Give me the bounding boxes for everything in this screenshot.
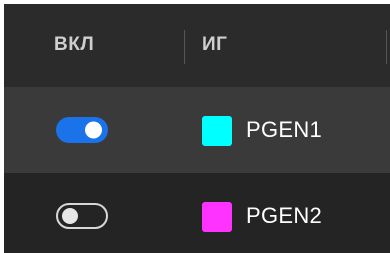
column-header-generator: ИГ	[202, 34, 228, 55]
table-header: ВКЛ ИГ	[4, 4, 390, 87]
color-swatch	[202, 116, 232, 146]
table-row[interactable]: PGEN2	[4, 173, 390, 253]
toggle-knob	[62, 208, 78, 224]
generator-name: PGEN1	[246, 117, 323, 142]
toggle-knob	[85, 121, 102, 139]
generator-table: ВКЛ ИГ PGEN1 PGEN2	[4, 4, 390, 253]
enable-toggle[interactable]	[56, 117, 108, 143]
generator-name: PGEN2	[246, 203, 323, 228]
enable-toggle[interactable]	[56, 203, 108, 229]
color-swatch	[202, 202, 232, 232]
column-divider[interactable]	[184, 30, 185, 64]
table-row[interactable]: PGEN1	[4, 87, 390, 173]
column-divider[interactable]	[386, 30, 387, 64]
column-header-enabled: ВКЛ	[54, 34, 95, 55]
